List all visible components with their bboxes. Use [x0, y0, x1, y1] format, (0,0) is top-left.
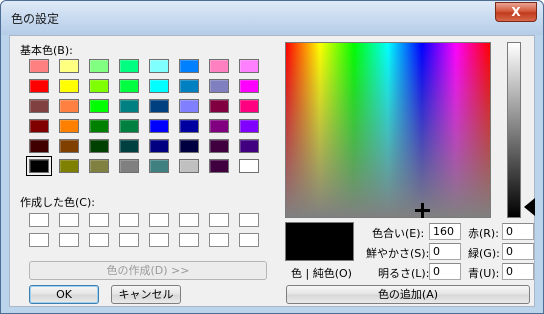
basic-color-swatch[interactable]: [119, 59, 139, 73]
crosshair-icon: [415, 203, 430, 218]
dialog-client-area: 基本色(B): 作成した色(C): 色の作成(D) >> OK キャンセル 色 …: [9, 35, 535, 307]
custom-color-swatch[interactable]: [179, 213, 199, 227]
basic-color-swatch[interactable]: [179, 79, 199, 93]
basic-color-swatch[interactable]: [179, 159, 199, 173]
blue-label: 青(U):: [468, 267, 500, 280]
basic-color-swatch[interactable]: [239, 99, 259, 113]
basic-color-swatch[interactable]: [29, 119, 49, 133]
cancel-button[interactable]: キャンセル: [111, 285, 181, 304]
basic-color-swatch[interactable]: [149, 99, 169, 113]
basic-color-swatch[interactable]: [149, 59, 169, 73]
basic-color-swatch[interactable]: [29, 139, 49, 153]
saturation-input[interactable]: 0: [429, 243, 461, 260]
basic-color-swatch[interactable]: [59, 119, 79, 133]
basic-color-swatch[interactable]: [119, 79, 139, 93]
basic-color-swatch[interactable]: [209, 119, 229, 133]
basic-color-swatch[interactable]: [149, 159, 169, 173]
custom-color-swatch[interactable]: [179, 233, 199, 247]
basic-color-swatch[interactable]: [209, 59, 229, 73]
basic-color-swatch[interactable]: [29, 59, 49, 73]
basic-color-swatch[interactable]: [26, 156, 52, 176]
custom-colors-label: 作成した色(C):: [20, 196, 95, 209]
basic-color-swatch[interactable]: [239, 79, 259, 93]
basic-color-swatch[interactable]: [89, 119, 109, 133]
custom-color-swatch[interactable]: [239, 213, 259, 227]
close-button[interactable]: X: [495, 2, 537, 22]
basic-color-swatch[interactable]: [59, 59, 79, 73]
basic-color-swatch[interactable]: [29, 99, 49, 113]
add-to-custom-colors-button[interactable]: 色の追加(A): [286, 285, 530, 304]
color-preview: [285, 222, 354, 261]
basic-color-swatch[interactable]: [119, 139, 139, 153]
custom-color-swatch[interactable]: [89, 233, 109, 247]
custom-color-swatch[interactable]: [149, 233, 169, 247]
basic-color-swatch[interactable]: [149, 79, 169, 93]
custom-color-swatch[interactable]: [239, 233, 259, 247]
basic-color-swatch[interactable]: [239, 59, 259, 73]
basic-color-swatch[interactable]: [119, 99, 139, 113]
basic-color-swatch[interactable]: [209, 159, 229, 173]
color-spectrum[interactable]: [285, 42, 491, 218]
ok-button[interactable]: OK: [29, 285, 99, 304]
basic-color-swatch[interactable]: [209, 99, 229, 113]
custom-color-swatch[interactable]: [29, 233, 49, 247]
define-custom-colors-button[interactable]: 色の作成(D) >>: [29, 261, 267, 280]
basic-color-swatch[interactable]: [239, 119, 259, 133]
window-title: 色の設定: [11, 12, 60, 26]
basic-color-swatch[interactable]: [239, 139, 259, 153]
hue-input[interactable]: 160: [429, 223, 461, 240]
basic-color-swatch[interactable]: [59, 79, 79, 93]
basic-color-swatch[interactable]: [59, 99, 79, 113]
basic-color-swatch[interactable]: [179, 99, 199, 113]
basic-color-swatch[interactable]: [119, 159, 139, 173]
basic-color-swatch[interactable]: [209, 139, 229, 153]
custom-color-swatch[interactable]: [89, 213, 109, 227]
red-input[interactable]: 0: [502, 223, 534, 240]
custom-color-swatch[interactable]: [59, 233, 79, 247]
basic-color-swatch[interactable]: [89, 159, 109, 173]
luminosity-label: 明るさ(L):: [378, 267, 430, 280]
hue-label: 色合い(E):: [372, 227, 425, 240]
blue-input[interactable]: 0: [502, 263, 534, 280]
color-dialog-window: 色の設定 X 基本色(B): 作成した色(C): 色の作成(D) >> OK キ…: [0, 0, 544, 314]
basic-color-swatch[interactable]: [179, 119, 199, 133]
preview-label: 色 | 純色(O): [291, 267, 352, 280]
basic-color-swatch[interactable]: [179, 59, 199, 73]
basic-color-swatch[interactable]: [239, 159, 259, 173]
basic-color-swatch[interactable]: [59, 159, 79, 173]
basic-color-swatch[interactable]: [89, 99, 109, 113]
basic-color-swatch[interactable]: [89, 59, 109, 73]
luminosity-slider[interactable]: [507, 42, 521, 218]
basic-colors-label: 基本色(B):: [20, 44, 73, 57]
custom-color-swatch[interactable]: [209, 213, 229, 227]
green-label: 緑(G):: [468, 247, 500, 260]
luminosity-arrow-icon[interactable]: [524, 198, 535, 216]
green-input[interactable]: 0: [502, 243, 534, 260]
basic-color-swatch[interactable]: [59, 139, 79, 153]
luminosity-input[interactable]: 0: [429, 263, 461, 280]
saturation-label: 鮮やかさ(S):: [366, 247, 430, 260]
custom-color-swatch[interactable]: [119, 213, 139, 227]
basic-color-swatch[interactable]: [89, 139, 109, 153]
custom-color-swatch[interactable]: [119, 233, 139, 247]
custom-color-swatch[interactable]: [59, 213, 79, 227]
title-bar[interactable]: 色の設定 X: [1, 1, 543, 35]
custom-color-swatch[interactable]: [29, 213, 49, 227]
custom-color-swatch[interactable]: [209, 233, 229, 247]
basic-color-swatch[interactable]: [209, 79, 229, 93]
basic-color-swatch[interactable]: [179, 139, 199, 153]
custom-color-swatch[interactable]: [149, 213, 169, 227]
basic-color-swatch[interactable]: [89, 79, 109, 93]
basic-color-swatch[interactable]: [149, 119, 169, 133]
red-label: 赤(R):: [468, 227, 499, 240]
basic-color-swatch[interactable]: [119, 119, 139, 133]
basic-color-swatch[interactable]: [29, 79, 49, 93]
basic-color-swatch[interactable]: [149, 139, 169, 153]
